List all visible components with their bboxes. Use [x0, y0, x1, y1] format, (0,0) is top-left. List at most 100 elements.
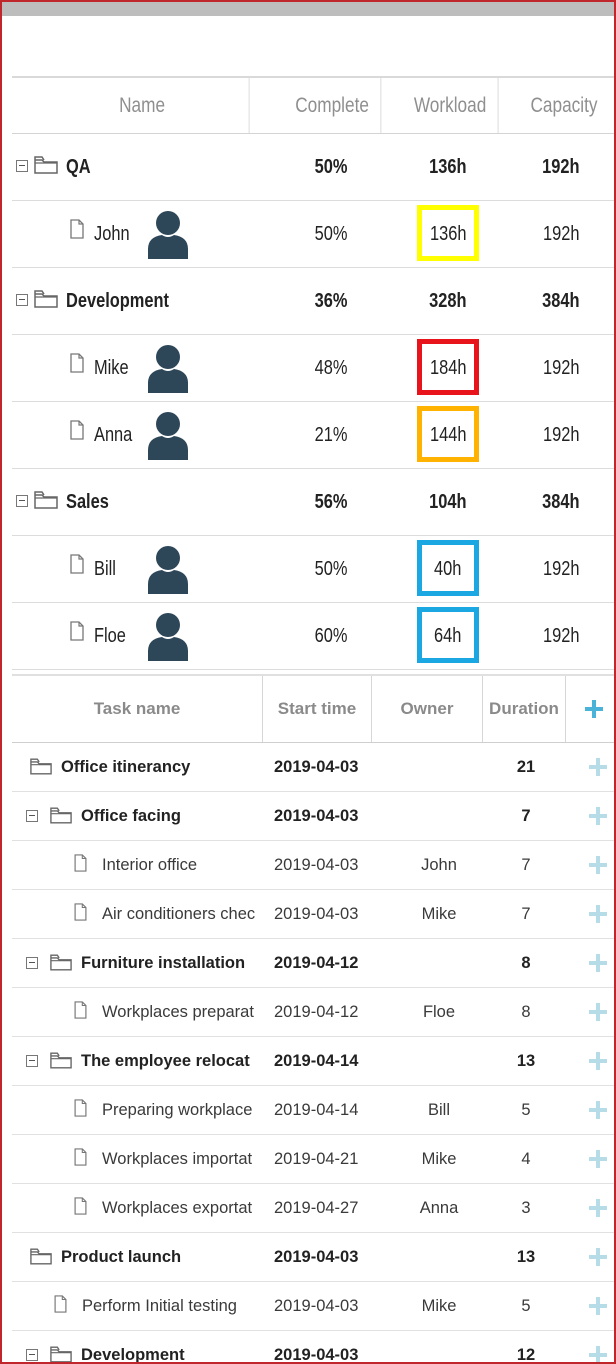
task-row[interactable]: Workplaces exportat 2019-04-27 Anna 3 — [12, 1184, 614, 1233]
project-row[interactable]: The employee relocat 2019-04-14 13 — [12, 1037, 614, 1086]
add-task-icon — [589, 954, 607, 972]
capacity-cell: 192h — [542, 624, 580, 647]
collapse-box-icon[interactable] — [16, 495, 28, 507]
add-subtask-button[interactable] — [580, 1086, 614, 1134]
project-row[interactable]: Office facing 2019-04-03 7 — [12, 792, 614, 841]
add-subtask-button[interactable] — [580, 792, 614, 840]
task-row[interactable]: Workplaces importat 2019-04-21 Mike 4 — [12, 1135, 614, 1184]
add-subtask-button[interactable] — [580, 743, 614, 791]
column-header-start-time[interactable]: Start time — [263, 676, 372, 742]
resource-name-cell: Mike — [12, 335, 272, 401]
task-name-cell: Product launch — [12, 1233, 268, 1281]
resource-person-row[interactable]: Mike 48% 184h 192h — [12, 335, 614, 402]
project-row[interactable]: Office itinerancy 2019-04-03 21 — [12, 743, 614, 792]
task-name: Preparing workplace — [102, 1100, 253, 1119]
capacity-cell: 384h — [542, 289, 580, 312]
project-row[interactable]: Development 2019-04-03 12 — [12, 1331, 614, 1362]
collapse-box-icon[interactable] — [16, 160, 28, 172]
add-task-header-button[interactable] — [566, 676, 614, 742]
collapse-box-icon[interactable] — [26, 1349, 38, 1361]
resource-rows: QA 50% 136h 192h John 50% 136h 192h Development 3… — [12, 134, 614, 670]
complete-cell: 36% — [314, 289, 348, 312]
folder-icon — [30, 758, 52, 775]
file-icon — [70, 353, 84, 373]
complete-cell: 50% — [314, 222, 348, 245]
duration-cell: 5 — [521, 1296, 531, 1315]
column-header-workload[interactable]: Workload — [403, 78, 499, 133]
folder-icon — [34, 156, 58, 174]
column-header-name[interactable]: Name — [35, 78, 250, 133]
task-row[interactable]: Perform Initial testing 2019-04-03 Mike 5 — [12, 1282, 614, 1331]
task-name: Office itinerancy — [61, 757, 191, 776]
resource-name-cell: Floe — [12, 603, 272, 669]
task-name-cell: Perform Initial testing — [12, 1282, 268, 1330]
person-avatar-icon — [146, 410, 190, 460]
file-icon — [74, 854, 87, 872]
complete-cell: 21% — [314, 423, 348, 446]
resource-group-row[interactable]: Development 36% 328h 384h — [12, 268, 614, 335]
add-subtask-button[interactable] — [580, 939, 614, 987]
task-name-cell: Office facing — [12, 792, 268, 840]
resource-name: Anna — [94, 423, 133, 446]
add-subtask-button[interactable] — [580, 841, 614, 889]
duration-cell: 7 — [521, 806, 531, 825]
file-icon — [70, 420, 84, 440]
task-name: Air conditioners chec — [102, 904, 256, 923]
workload-highlight-box — [417, 406, 479, 462]
add-subtask-button[interactable] — [580, 1282, 614, 1330]
resource-person-row[interactable]: Bill 50% 40h 192h — [12, 536, 614, 603]
duration-cell: 4 — [521, 1149, 531, 1168]
resource-group-row[interactable]: Sales 56% 104h 384h — [12, 469, 614, 536]
resource-name-cell: Bill — [12, 536, 272, 602]
add-subtask-button[interactable] — [580, 1037, 614, 1085]
start-time-cell: 2019-04-03 — [274, 1247, 359, 1266]
project-row[interactable]: Furniture installation 2019-04-12 8 — [12, 939, 614, 988]
resource-name-cell: Sales — [12, 469, 272, 535]
collapse-box-icon[interactable] — [16, 294, 28, 306]
task-row[interactable]: Interior office 2019-04-03 John 7 — [12, 841, 614, 890]
add-subtask-button[interactable] — [580, 1135, 614, 1183]
resource-group-row[interactable]: QA 50% 136h 192h — [12, 134, 614, 201]
task-row[interactable]: Preparing workplace 2019-04-14 Bill 5 — [12, 1086, 614, 1135]
duration-cell: 3 — [521, 1198, 531, 1217]
resource-person-row[interactable]: Anna 21% 144h 192h — [12, 402, 614, 469]
column-header-complete[interactable]: Complete — [284, 78, 382, 133]
add-subtask-button[interactable] — [580, 1233, 614, 1281]
collapse-box-icon[interactable] — [26, 1055, 38, 1067]
resource-person-row[interactable]: John 50% 136h 192h — [12, 201, 614, 268]
add-subtask-button[interactable] — [580, 890, 614, 938]
resource-name-cell: Development — [12, 268, 272, 334]
resource-person-row[interactable]: Floe 60% 64h 192h — [12, 603, 614, 670]
add-subtask-button[interactable] — [580, 1331, 614, 1362]
add-icon — [585, 700, 603, 718]
folder-icon — [34, 290, 58, 308]
owner-cell: Mike — [421, 904, 457, 923]
add-subtask-button[interactable] — [580, 988, 614, 1036]
column-header-owner[interactable]: Owner — [372, 676, 483, 742]
collapse-box-icon[interactable] — [26, 957, 38, 969]
empty-header-area — [12, 16, 614, 78]
add-task-icon — [589, 905, 607, 923]
task-name: Workplaces importat — [102, 1149, 253, 1168]
folder-icon — [50, 1052, 72, 1069]
project-row[interactable]: Product launch 2019-04-03 13 — [12, 1233, 614, 1282]
task-name-cell: Preparing workplace — [12, 1086, 268, 1134]
collapse-box-icon[interactable] — [26, 810, 38, 822]
folder-icon — [50, 807, 72, 824]
complete-cell: 56% — [314, 490, 348, 513]
column-header-capacity[interactable]: Capacity — [519, 78, 609, 133]
capacity-cell: 192h — [542, 356, 580, 379]
task-row[interactable]: Workplaces preparat 2019-04-12 Floe 8 — [12, 988, 614, 1037]
task-name-cell: Air conditioners chec — [12, 890, 268, 938]
column-header-task-name[interactable]: Task name — [12, 676, 263, 742]
resource-name: John — [94, 222, 130, 245]
resource-header-row: Name Complete Workload Capacity — [12, 78, 614, 134]
add-task-icon — [589, 758, 607, 776]
column-header-duration[interactable]: Duration — [483, 676, 566, 742]
add-subtask-button[interactable] — [580, 1184, 614, 1232]
task-row[interactable]: Air conditioners chec 2019-04-03 Mike 7 — [12, 890, 614, 939]
workload-cell: 328h — [429, 289, 467, 312]
file-icon — [70, 219, 84, 239]
owner-cell: Mike — [421, 1296, 457, 1315]
owner-cell — [384, 1037, 494, 1085]
